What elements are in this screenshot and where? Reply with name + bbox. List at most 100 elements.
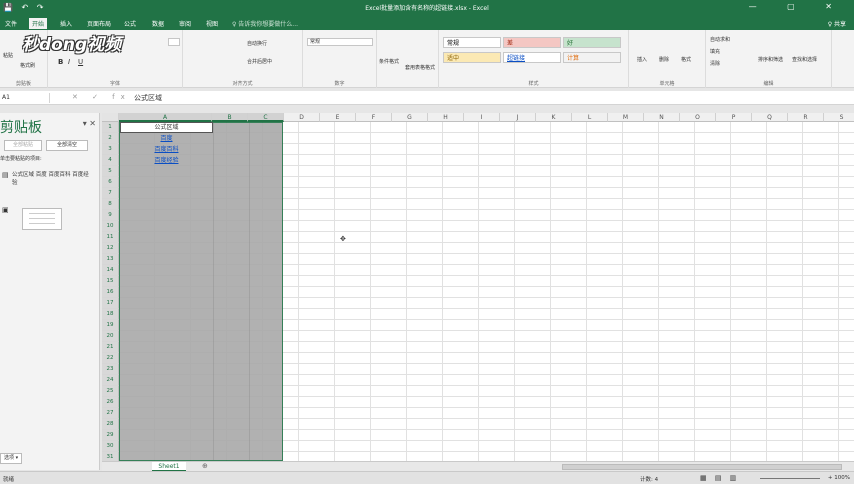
horizontal-scrollbar[interactable] <box>562 464 842 470</box>
row-header-13[interactable]: 13 <box>102 254 119 265</box>
column-header-b[interactable]: B <box>212 113 248 122</box>
row-header-21[interactable]: 21 <box>102 342 119 353</box>
row-header-30[interactable]: 30 <box>102 441 119 452</box>
cell-a4-hyperlink[interactable]: 百度经验 <box>120 155 213 166</box>
cell-a1[interactable]: 公式区域 <box>120 122 213 133</box>
row-header-26[interactable]: 26 <box>102 397 119 408</box>
formula-input[interactable]: 公式区域 <box>134 93 162 103</box>
add-sheet-icon[interactable]: ⊕ <box>202 462 208 470</box>
wrap-text-button[interactable]: 自动换行 <box>247 40 267 47</box>
bold-button[interactable]: B <box>58 58 63 66</box>
tab-home[interactable]: 开始 <box>29 18 48 29</box>
select-all-corner[interactable] <box>102 113 119 122</box>
formula-icons[interactable]: ✕ ✓ fx <box>72 93 131 101</box>
clear-all-button[interactable]: 全部清空 <box>46 140 88 151</box>
paste-all-button[interactable]: 全部粘贴 <box>4 140 42 151</box>
zoom-level[interactable]: + 100% <box>828 475 850 481</box>
tab-insert[interactable]: 插入 <box>57 18 75 29</box>
column-header-g[interactable]: G <box>392 113 428 122</box>
underline-button[interactable]: U <box>78 58 83 66</box>
column-header-p[interactable]: P <box>716 113 752 122</box>
selection-range[interactable] <box>119 122 283 461</box>
clipboard-image-item[interactable] <box>22 208 62 230</box>
row-header-6[interactable]: 6 <box>102 177 119 188</box>
name-box[interactable]: A1 <box>0 93 50 103</box>
row-header-14[interactable]: 14 <box>102 265 119 276</box>
row-header-9[interactable]: 9 <box>102 210 119 221</box>
find-select-button[interactable]: 查找和选择 <box>792 56 817 63</box>
column-header-r[interactable]: R <box>788 113 824 122</box>
style-normal[interactable]: 常规 <box>443 37 501 48</box>
column-header-a[interactable]: A <box>119 113 212 122</box>
row-header-20[interactable]: 20 <box>102 331 119 342</box>
tab-data[interactable]: 数据 <box>149 18 167 29</box>
font-size-combo[interactable] <box>168 38 180 46</box>
tell-me-search[interactable]: ♀ 告诉我你想要做什么... <box>232 19 298 28</box>
style-hyperlink[interactable]: 超链接 <box>503 52 561 63</box>
row-header-4[interactable]: 4 <box>102 155 119 166</box>
zoom-slider[interactable] <box>760 478 820 479</box>
column-header-n[interactable]: N <box>644 113 680 122</box>
merge-center-button[interactable]: 合并后居中 <box>247 58 272 65</box>
clear-button[interactable]: 清除 <box>710 60 720 67</box>
row-header-23[interactable]: 23 <box>102 364 119 375</box>
row-header-5[interactable]: 5 <box>102 166 119 177</box>
row-header-31[interactable]: 31 <box>102 452 119 461</box>
row-header-16[interactable]: 16 <box>102 287 119 298</box>
number-format-combo[interactable]: 常规 <box>307 38 373 46</box>
column-header-o[interactable]: O <box>680 113 716 122</box>
row-header-3[interactable]: 3 <box>102 144 119 155</box>
column-header-l[interactable]: L <box>572 113 608 122</box>
style-good[interactable]: 好 <box>563 37 621 48</box>
row-header-28[interactable]: 28 <box>102 419 119 430</box>
row-header-2[interactable]: 2 <box>102 133 119 144</box>
column-header-q[interactable]: Q <box>752 113 788 122</box>
style-neutral[interactable]: 适中 <box>443 52 501 63</box>
row-header-17[interactable]: 17 <box>102 298 119 309</box>
column-header-f[interactable]: F <box>356 113 392 122</box>
tab-review[interactable]: 审阅 <box>176 18 194 29</box>
row-header-19[interactable]: 19 <box>102 320 119 331</box>
format-cells-button[interactable]: 格式 <box>681 56 691 63</box>
row-header-15[interactable]: 15 <box>102 276 119 287</box>
column-header-j[interactable]: J <box>500 113 536 122</box>
column-header-d[interactable]: D <box>284 113 320 122</box>
tab-formulas[interactable]: 公式 <box>121 18 139 29</box>
row-header-7[interactable]: 7 <box>102 188 119 199</box>
row-header-10[interactable]: 10 <box>102 221 119 232</box>
clipboard-options-button[interactable]: 选项 ▾ <box>0 453 23 464</box>
format-painter-button[interactable]: 格式刷 <box>20 62 35 69</box>
conditional-format-button[interactable]: 条件格式 <box>379 58 399 65</box>
style-bad[interactable]: 差 <box>503 37 561 48</box>
view-buttons[interactable]: ▦ ▤ ▥ <box>700 474 739 482</box>
tab-page-layout[interactable]: 页面布局 <box>84 18 114 29</box>
tab-file[interactable]: 文件 <box>2 18 20 29</box>
column-header-m[interactable]: M <box>608 113 644 122</box>
fill-button[interactable]: 填充 <box>710 48 720 55</box>
row-header-25[interactable]: 25 <box>102 386 119 397</box>
spreadsheet-grid[interactable]: ABCDEFGHIJKLMNOPQRS 1 2 3 4 5 6 7 8 9 10 11 12 13 14 1… <box>102 113 854 461</box>
row-header-11[interactable]: 11 <box>102 232 119 243</box>
clipboard-item[interactable]: 公式区域 百度 百度百科 百度经验 <box>12 171 92 187</box>
table-format-button[interactable]: 套用表格格式 <box>405 64 435 71</box>
cell-a3-hyperlink[interactable]: 百度百科 <box>120 144 213 155</box>
row-header-12[interactable]: 12 <box>102 243 119 254</box>
close-icon[interactable]: ▾ ✕ <box>83 119 96 128</box>
row-header-24[interactable]: 24 <box>102 375 119 386</box>
tab-view[interactable]: 视图 <box>203 18 221 29</box>
column-header-c[interactable]: C <box>248 113 284 122</box>
style-calculation[interactable]: 计算 <box>563 52 621 63</box>
autosum-button[interactable]: 自动求和 <box>710 36 730 43</box>
sort-filter-button[interactable]: 排序和筛选 <box>758 56 783 63</box>
italic-button[interactable]: I <box>68 58 70 66</box>
row-header-8[interactable]: 8 <box>102 199 119 210</box>
row-header-18[interactable]: 18 <box>102 309 119 320</box>
column-header-s[interactable]: S <box>824 113 854 122</box>
delete-cells-button[interactable]: 删除 <box>659 56 669 63</box>
row-header-27[interactable]: 27 <box>102 408 119 419</box>
insert-cells-button[interactable]: 插入 <box>637 56 647 63</box>
share-button[interactable]: ♀ 共享 <box>828 19 846 28</box>
row-header-1[interactable]: 1 <box>102 122 119 133</box>
column-header-h[interactable]: H <box>428 113 464 122</box>
column-header-i[interactable]: I <box>464 113 500 122</box>
